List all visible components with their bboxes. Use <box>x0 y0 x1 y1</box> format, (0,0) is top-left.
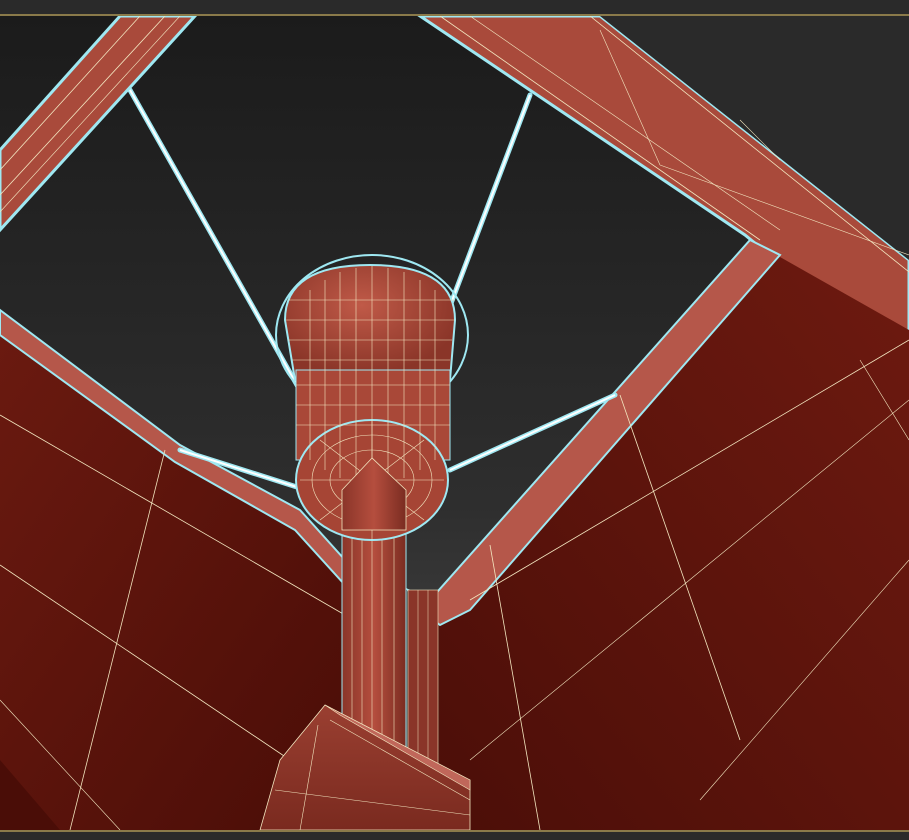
perspective-viewport[interactable] <box>0 16 909 830</box>
viewport-scene[interactable] <box>0 16 909 830</box>
viewport-frame <box>0 0 909 840</box>
viewport-border-bottom <box>0 830 909 832</box>
socket-bulb[interactable] <box>275 254 469 541</box>
